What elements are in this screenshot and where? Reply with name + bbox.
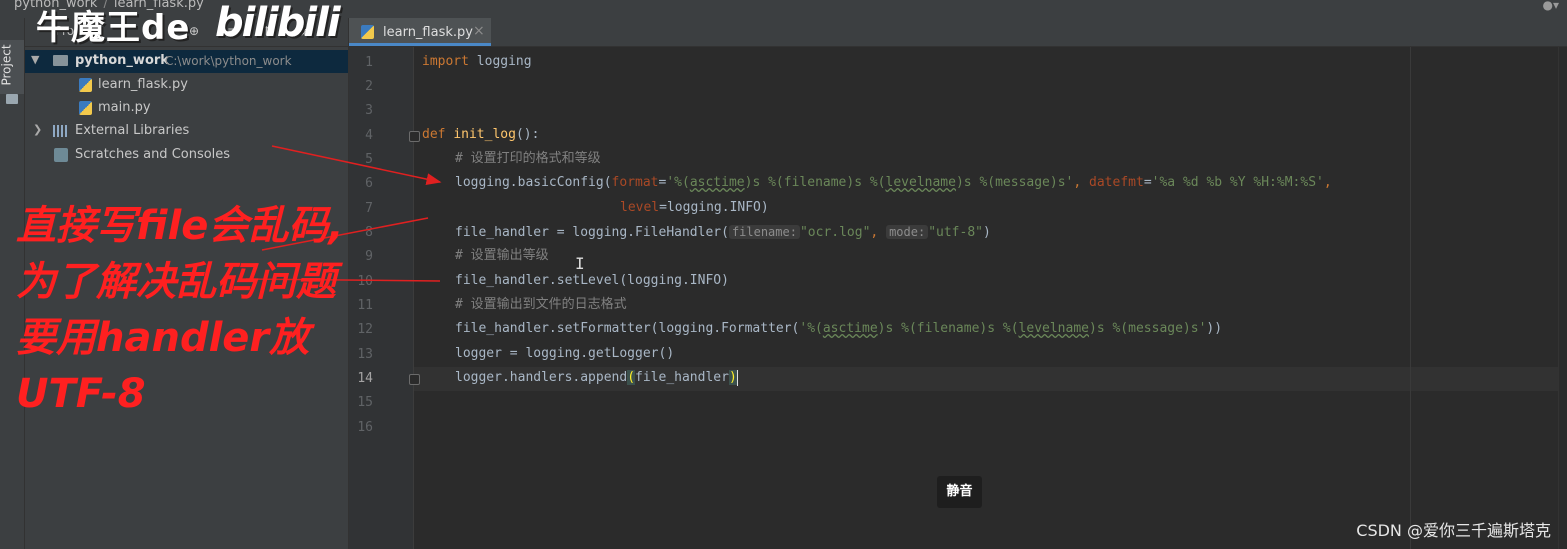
arrow-to-basicconfig (271, 145, 442, 186)
mute-toast: 静音 (937, 476, 982, 508)
red-annotation: 直接写file会乱码, 为了解决乱码问题 要用handler放 UTF-8 (16, 198, 344, 422)
annotation-line: 直接写file会乱码, (16, 203, 344, 249)
annotation-line: UTF-8 (16, 371, 146, 417)
annotation-line: 为了解决乱码问题 (16, 259, 336, 305)
annotation-line: 要用handler放 (16, 315, 310, 361)
csdn-credit: CSDN @爱你三千遍斯塔克 (1356, 521, 1551, 540)
